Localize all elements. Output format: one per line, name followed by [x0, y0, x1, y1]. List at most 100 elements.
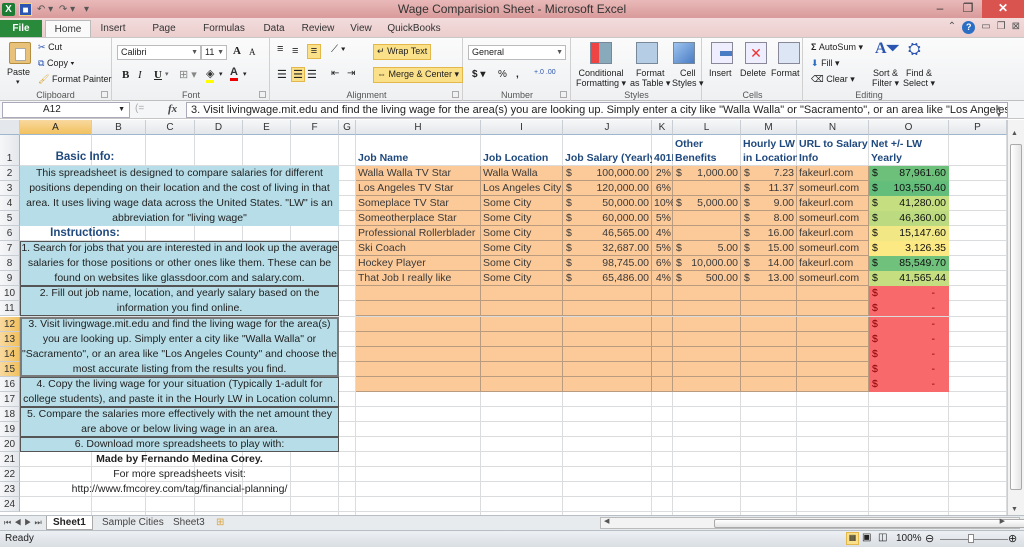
column-header-l[interactable]: L — [673, 120, 741, 135]
cell-net[interactable]: $103,550.40 — [869, 181, 949, 196]
row-header-5[interactable]: 5 — [0, 211, 20, 227]
copy-button[interactable]: ⧉ Copy ▾ — [38, 58, 74, 69]
name-box[interactable]: A12 ▼ — [2, 102, 130, 118]
cell-net-empty[interactable]: $ - — [869, 286, 949, 301]
row-header-22[interactable]: 22 — [0, 467, 20, 483]
align-center-icon[interactable]: ☰ — [291, 67, 305, 82]
fill-color-dropdown-icon[interactable]: ▾ — [219, 70, 223, 78]
cell-url[interactable]: someurl.com — [797, 211, 869, 226]
workbook-minimize-icon[interactable]: ▭ — [981, 21, 990, 34]
insert-function-icon[interactable]: fx — [168, 103, 177, 115]
clipboard-launcher-icon[interactable] — [101, 91, 108, 98]
insert-cells-button[interactable]: Insert — [709, 68, 732, 78]
cell-job-salary[interactable]: $100,000.00 — [563, 166, 652, 181]
workbook-close-icon[interactable]: ⊠ — [1012, 21, 1020, 34]
sheet-nav-arrows[interactable]: ⏮◀▶⏭ — [4, 516, 45, 530]
normal-view-icon[interactable]: ▦ — [846, 532, 859, 545]
tab-data[interactable]: Data — [258, 20, 290, 37]
tab-view[interactable]: View — [346, 20, 376, 37]
grow-font-button[interactable]: A — [233, 45, 241, 57]
page-layout-view-icon[interactable]: ▣ — [862, 532, 871, 543]
cell-net-empty[interactable]: $ - — [869, 332, 949, 347]
cell-other-benefits[interactable]: $5.00 — [673, 241, 741, 256]
sort-filter-button[interactable]: Sort & Filter ▾ — [872, 68, 899, 88]
fill-button[interactable]: ⬇ Fill ▾ — [811, 58, 840, 69]
sheet-tab-sheet3[interactable]: Sheet3 — [167, 516, 211, 530]
row-header-12[interactable]: 12 — [0, 316, 20, 332]
horizontal-scroll-thumb[interactable] — [714, 519, 1024, 528]
cell-job-location[interactable]: Walla Walla — [481, 166, 563, 181]
cell-hourly-lw[interactable]: $16.00 — [741, 226, 797, 241]
cell-job-salary[interactable]: $60,000.00 — [563, 211, 652, 226]
tab-insert[interactable]: Insert — [93, 20, 133, 37]
cell-401k[interactable]: 6% — [652, 256, 673, 271]
cell-other-benefits[interactable]: $500.00 — [673, 271, 741, 286]
cell-url[interactable]: someurl.com — [797, 271, 869, 286]
font-color-icon[interactable]: A — [230, 66, 238, 81]
author-url-link[interactable]: http://www.fmcorey.com/tag/financial-pla… — [20, 482, 339, 497]
cell-net[interactable]: $87,961.60 — [869, 166, 949, 181]
select-all-corner[interactable] — [0, 120, 20, 135]
align-top-icon[interactable]: ≡ — [277, 43, 283, 55]
row-header-14[interactable]: 14 — [0, 346, 20, 362]
cell-net-empty[interactable]: $ - — [869, 362, 949, 377]
help-icon[interactable]: ? — [962, 21, 976, 34]
column-header-k[interactable]: K — [652, 120, 673, 135]
format-as-table-button[interactable]: Format as Table ▾ — [630, 68, 670, 88]
cell-hourly-lw[interactable]: $8.00 — [741, 211, 797, 226]
font-launcher-icon[interactable] — [259, 91, 266, 98]
cell-net[interactable]: $15,147.60 — [869, 226, 949, 241]
percent-button[interactable]: % — [498, 69, 507, 80]
cell-job-name[interactable]: Someplace TV Star — [356, 196, 481, 211]
shrink-font-button[interactable]: A — [249, 47, 256, 57]
row-header-7[interactable]: 7 — [0, 241, 20, 257]
cell-net-empty[interactable]: $ - — [869, 377, 949, 392]
row-header-19[interactable]: 19 — [0, 421, 20, 437]
cell-url[interactable]: someurl.com — [797, 241, 869, 256]
format-painter-button[interactable]: 🖌 Format Painter — [38, 74, 111, 85]
decrease-indent-icon[interactable]: ⇤ — [331, 68, 339, 79]
cell-hourly-lw[interactable]: $13.00 — [741, 271, 797, 286]
italic-button[interactable]: I — [138, 69, 142, 81]
row-header-16[interactable]: 16 — [0, 376, 20, 392]
row-header-23[interactable]: 23 — [0, 482, 20, 498]
row-header-1[interactable]: 1 — [0, 135, 20, 166]
cell-401k[interactable]: 5% — [652, 241, 673, 256]
cell-job-location[interactable]: Some City — [481, 256, 563, 271]
align-left-icon[interactable]: ☰ — [277, 68, 287, 81]
orientation-icon[interactable]: ⟋ ▾ — [331, 44, 346, 55]
delete-cells-button[interactable]: Delete — [740, 68, 766, 78]
vertical-scrollbar[interactable]: ▲ ▼ — [1007, 120, 1024, 515]
cell-net[interactable]: $41,280.00 — [869, 196, 949, 211]
cell-job-location[interactable]: Some City — [481, 271, 563, 286]
row-header-15[interactable]: 15 — [0, 361, 20, 377]
tab-file[interactable]: File — [0, 20, 42, 37]
currency-button[interactable]: $ ▾ — [472, 69, 485, 80]
font-size-combo[interactable]: 11 ▼ — [201, 45, 227, 60]
minimize-ribbon-icon[interactable]: ⌃ — [948, 21, 956, 34]
column-header-e[interactable]: E — [243, 120, 291, 135]
wrap-text-button[interactable]: ↵ Wrap Text — [373, 44, 432, 60]
align-right-icon[interactable]: ☰ — [307, 68, 317, 81]
row-header-10[interactable]: 10 — [0, 286, 20, 302]
underline-dropdown-icon[interactable]: ▾ — [165, 70, 169, 78]
cell-job-location[interactable]: Los Angeles City — [481, 181, 563, 196]
zoom-in-icon[interactable]: ⊕ — [1008, 532, 1017, 545]
workbook-restore-icon[interactable]: ❐ — [997, 21, 1006, 34]
cell-job-name[interactable]: Someotherplace Star — [356, 211, 481, 226]
zoom-out-icon[interactable]: ⊖ — [925, 532, 934, 545]
sheet-tab-sheet1[interactable]: Sheet1 — [46, 516, 93, 530]
cell-other-benefits[interactable]: $1,000.00 — [673, 166, 741, 181]
cell-hourly-lw[interactable]: $14.00 — [741, 256, 797, 271]
paste-button[interactable]: Paste — [7, 67, 30, 77]
column-header-a[interactable]: A — [20, 120, 92, 135]
align-bottom-icon[interactable]: ≡ — [307, 44, 321, 59]
cell-url[interactable]: fakeurl.com — [797, 256, 869, 271]
cell-hourly-lw[interactable]: $9.00 — [741, 196, 797, 211]
cell-styles-button[interactable]: Cell Styles ▾ — [672, 68, 704, 88]
cut-button[interactable]: ✂ Cut — [38, 42, 62, 53]
cell-url[interactable]: fakeurl.com — [797, 166, 869, 181]
cell-job-location[interactable]: Some City — [481, 211, 563, 226]
cell-job-name[interactable]: Ski Coach — [356, 241, 481, 256]
row-header-24[interactable]: 24 — [0, 497, 20, 513]
